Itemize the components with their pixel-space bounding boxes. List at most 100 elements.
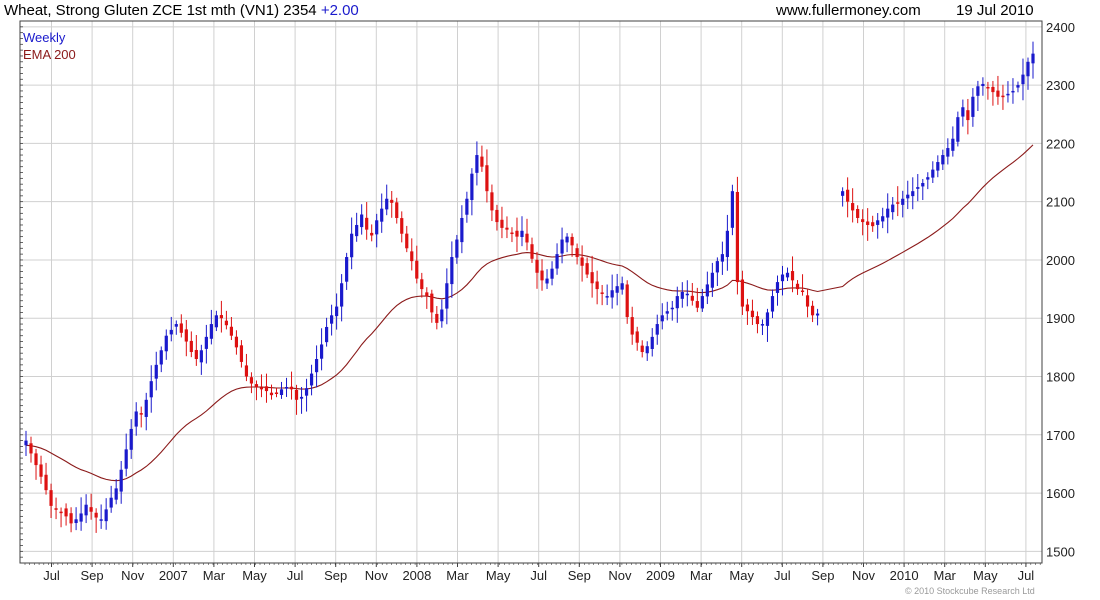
candle-up xyxy=(665,311,669,314)
y-axis: 1500 1600 1700 1800 1900 2000 2100 2200 2300 2400 xyxy=(20,20,1075,559)
candle-up xyxy=(360,214,364,228)
candle-up xyxy=(119,469,123,492)
candle-up xyxy=(335,306,339,317)
candle-down xyxy=(745,304,750,312)
candle-up xyxy=(901,198,905,205)
y-tick-label: 2200 xyxy=(1046,136,1075,151)
candle-down xyxy=(991,86,995,93)
ema-200-path xyxy=(25,144,1034,482)
candle-up xyxy=(700,296,704,309)
candle-down xyxy=(370,232,374,236)
candle-down xyxy=(790,271,795,281)
candle-up xyxy=(144,399,148,417)
legend-ema-200: EMA 200 xyxy=(23,47,76,62)
candle-up xyxy=(971,96,975,117)
candle-up xyxy=(645,346,649,354)
x-tick-label: Jul xyxy=(287,568,304,583)
candle-up xyxy=(545,278,549,284)
candle-down xyxy=(500,219,504,228)
candle-down xyxy=(585,263,589,275)
y-tick-label: 2400 xyxy=(1046,20,1075,35)
candle-up xyxy=(355,224,359,237)
candle-down xyxy=(750,310,755,318)
candle-down xyxy=(400,218,404,234)
candle-down xyxy=(625,284,629,318)
candle-down xyxy=(600,292,604,294)
candle-down xyxy=(234,336,239,348)
candle-up xyxy=(304,388,309,396)
candle-up xyxy=(555,254,559,269)
candle-up xyxy=(876,220,880,225)
candle-down xyxy=(570,236,574,246)
candle-up xyxy=(680,292,684,299)
candle-down xyxy=(435,313,439,323)
candle-down xyxy=(425,292,429,297)
candle-up xyxy=(159,350,163,365)
candle-up xyxy=(214,315,218,328)
candle-down xyxy=(505,227,509,230)
candle-down xyxy=(640,345,644,353)
x-tick-label: 2007 xyxy=(159,568,188,583)
candle-up xyxy=(204,336,208,349)
candle-up xyxy=(279,389,284,396)
candle-down xyxy=(966,110,970,121)
candle-up xyxy=(209,324,213,339)
candle-down xyxy=(229,326,234,336)
candle-down xyxy=(1001,95,1005,98)
x-tick-label: Nov xyxy=(608,568,632,583)
candle-up xyxy=(760,324,765,326)
x-tick-label: 2008 xyxy=(402,568,431,583)
candle-down xyxy=(740,279,745,307)
candle-up xyxy=(470,173,474,201)
candle-up xyxy=(770,296,775,312)
candle-up xyxy=(520,230,524,237)
candle-up xyxy=(109,497,113,508)
candle-down xyxy=(415,260,419,279)
candle-down xyxy=(480,156,484,167)
candle-down xyxy=(810,305,815,316)
x-tick-label: 2010 xyxy=(890,568,919,583)
y-tick-label: 1800 xyxy=(1046,370,1075,385)
x-tick-label: May xyxy=(242,568,267,583)
candle-up xyxy=(730,191,735,228)
candle-down xyxy=(856,208,860,218)
x-tick-label: Mar xyxy=(690,568,713,583)
x-tick-label: Jul xyxy=(1018,568,1035,583)
candle-up xyxy=(340,283,344,307)
legend: Weekly EMA 200 xyxy=(23,30,76,62)
candle-down xyxy=(515,230,519,237)
candle-down xyxy=(59,511,63,514)
candle-up xyxy=(114,488,118,500)
candle-up xyxy=(841,191,845,196)
x-tick-label: Nov xyxy=(365,568,389,583)
y-tick-label: 2000 xyxy=(1046,253,1075,268)
candle-down xyxy=(861,219,865,223)
candle-down xyxy=(34,453,38,466)
candle-up xyxy=(976,86,980,96)
candle-up xyxy=(380,208,384,222)
candle-down xyxy=(224,320,228,326)
candle-down xyxy=(69,513,73,524)
candle-up xyxy=(385,198,389,210)
candle-up xyxy=(169,329,173,335)
candle-down xyxy=(695,301,699,308)
candle-up xyxy=(104,509,108,522)
candle-up xyxy=(460,217,464,243)
gridlines xyxy=(20,21,1042,563)
x-tick-label: Jul xyxy=(774,568,791,583)
candle-down xyxy=(264,386,269,392)
candle-down xyxy=(800,290,805,293)
candle-down xyxy=(289,386,294,390)
x-tick-label: May xyxy=(486,568,511,583)
candle-up xyxy=(685,293,689,296)
candle-up xyxy=(345,257,349,282)
candle-up xyxy=(350,233,354,258)
candle-up xyxy=(710,272,714,288)
candle-up xyxy=(79,513,83,522)
x-tick-label: May xyxy=(973,568,998,583)
candle-up xyxy=(886,208,890,218)
candle-up xyxy=(921,183,925,187)
x-tick-label: Sep xyxy=(324,568,347,583)
candle-down xyxy=(249,377,254,384)
x-tick-label: Mar xyxy=(203,568,226,583)
